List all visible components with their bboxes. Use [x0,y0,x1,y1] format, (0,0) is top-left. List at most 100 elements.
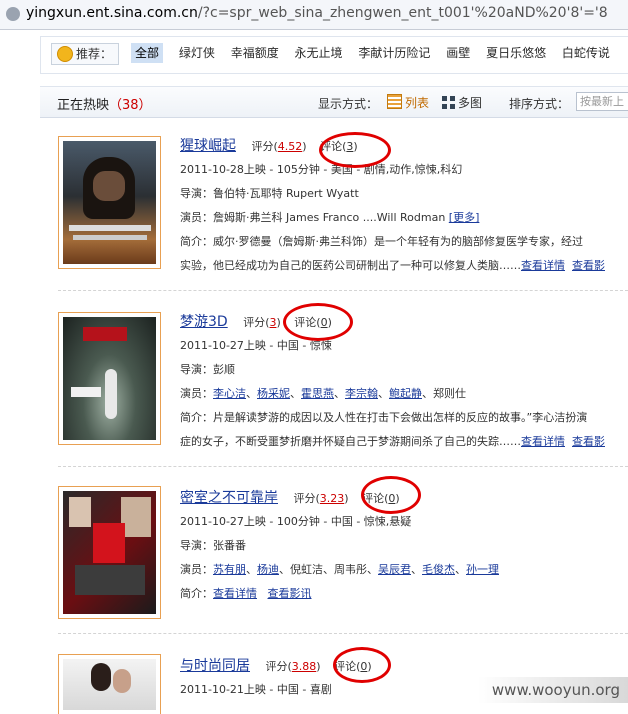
poster-frame[interactable] [58,486,161,619]
synopsis-label: 简介： [180,587,213,600]
actor-name: 周韦彤 [334,563,367,576]
annotation-circle [319,132,391,168]
score: 评分(3.88) [265,660,321,673]
release-info: 2011-10-27上映 - 100分钟 - 中国 - 惊悚,悬疑 [180,515,412,528]
section-title: 正在热映（38） [57,94,152,113]
movie-count: （38） [109,98,152,113]
view-grid-button[interactable]: 多图 [442,94,482,111]
score: 评分(3.23) [293,492,349,505]
news-link[interactable]: 查看影讯 [268,587,312,600]
recommend-label: 推荐： [76,47,113,61]
score-value[interactable]: 3 [269,316,276,329]
poster-frame[interactable] [58,136,161,269]
score-label: 评分 [265,660,288,673]
synopsis: 简介：片是解读梦游的成因以及人性在打击下会做出怎样的反应的故事。”李心洁扮演 [180,411,588,424]
actor-link[interactable]: 李宗翰 [345,387,378,400]
release-info: 2011-10-28上映 - 105分钟 - 美国 - 剧情,动作,惊悚,科幻 [180,163,463,176]
actor-link[interactable]: 李心洁 [213,387,246,400]
score-label: 评分 [243,316,266,329]
movie-title-link[interactable]: 梦游3D [180,314,228,330]
actor-name: 郑则仕 [433,387,466,400]
recommend-badge: 推荐： [51,43,120,65]
synopsis-text: 实验，他已经成功为自己的医药公司研制出了一种可以修复人类脑…… [180,259,521,272]
actor-link[interactable]: 霍思燕 [301,387,334,400]
sort-label: 排序方式： [509,97,570,111]
grid-icon [442,96,455,109]
detail-link[interactable]: 查看详情 [521,259,565,272]
actor-link[interactable]: 杨采妮 [257,387,290,400]
divider [58,633,628,634]
actors: 演员：詹姆斯·弗兰科 James Franco ....Will Rodman … [180,206,628,230]
score: 评分(4.52) [251,140,307,153]
url-text[interactable]: yingxun.ent.sina.com.cn/?c=spr_web_sina_… [26,5,608,21]
movie-poster [63,141,156,264]
synopsis-text: 症的女子，不断受噩梦折磨并怀疑自己于梦游期间杀了自己的失踪…… [180,435,521,448]
actor-link[interactable]: 杨迪 [257,563,279,576]
movie-title-link[interactable]: 猩球崛起 [180,138,236,154]
url-host: yingxun.ent.sina.com.cn [26,5,198,21]
divider [58,466,628,467]
synopsis: 简介：威尔·罗德曼（詹姆斯·弗兰科饰）是一个年轻有为的脑部修复医学专家，经过 [180,235,583,248]
recommend-item[interactable]: 夏日乐悠悠 [486,43,546,63]
annotation-circle [283,303,353,341]
actors: 演员：李心洁、杨采妮、霍思燕、李宗翰、鲍起静、郑则仕 [180,387,466,400]
annotation-circle [361,476,421,514]
recommend-item[interactable]: 白蛇传说 [562,43,610,63]
view-list-button[interactable]: 列表 [387,94,429,111]
sort-select[interactable]: 按最新上 [576,92,628,111]
display-mode-label: 显示方式： [318,97,379,111]
actors-label: 演员： [180,563,213,576]
movie-poster [63,491,156,614]
score-value[interactable]: 4.52 [278,140,303,153]
annotation-circle [333,647,391,683]
recommend-item[interactable]: 绿灯侠 [179,43,215,63]
actor-link[interactable]: 鲍起静 [389,387,422,400]
section-title-text: 正在热映 [57,98,110,113]
more-actors-link[interactable]: [更多] [449,211,480,224]
poster-frame[interactable] [58,312,161,445]
watermark-text: www.wooyun.org [491,681,620,699]
actors-text: 演员：詹姆斯·弗兰科 James Franco ....Will Rodman [180,211,449,224]
actors-label: 演员： [180,387,213,400]
medal-icon [57,46,73,62]
recommend-item[interactable]: 画壁 [446,43,470,63]
list-icon [387,94,402,109]
now-showing-header: 正在热映（38） 显示方式： 列表 多图 排序方式： 按最新上 [40,86,628,118]
release-info: 2011-10-27上映 - 中国 - 惊悚 [180,339,332,352]
score-label: 评分 [251,140,274,153]
actor-link[interactable]: 毛俊杰 [422,563,455,576]
detail-link[interactable]: 查看详情 [521,435,565,448]
actor-link[interactable]: 孙一理 [466,563,499,576]
score-label: 评分 [293,492,316,505]
actor-link[interactable]: 苏有朋 [213,563,246,576]
recommend-bar: 推荐： 全部 绿灯侠 幸福额度 永无止境 李献计历险记 画壁 夏日乐悠悠 白蛇传… [40,36,628,74]
news-link[interactable]: 查看影 [572,435,605,448]
score: 评分(3) [243,316,281,329]
synopsis-line: 症的女子，不断受噩梦折磨并怀疑自己于梦游期间杀了自己的失踪……查看详情 查看影 [180,430,628,454]
watermark: www.wooyun.org [478,677,628,703]
address-bar[interactable]: yingxun.ent.sina.com.cn/?c=spr_web_sina_… [0,0,628,30]
poster-frame[interactable] [58,654,161,714]
view-grid-label: 多图 [458,96,483,110]
synopsis-line: 实验，他已经成功为自己的医药公司研制出了一种可以修复人类脑……查看详情 查看影 [180,254,628,278]
actor-name: 倪虹洁 [290,563,323,576]
movie-poster [63,659,156,710]
director: 导演：张番番 [180,539,246,552]
site-icon [6,7,20,21]
actor-link[interactable]: 吴辰君 [378,563,411,576]
divider [58,290,628,291]
movie-title-link[interactable]: 与时尚同居 [180,658,250,674]
detail-link[interactable]: 查看详情 [213,587,257,600]
recommend-item[interactable]: 李献计历险记 [358,43,430,63]
director: 导演：彭顺 [180,363,235,376]
view-list-label: 列表 [405,96,430,110]
synopsis-line: 简介：查看详情 查看影讯 [180,582,628,606]
recommend-item-all[interactable]: 全部 [131,43,164,63]
movie-title-link[interactable]: 密室之不可靠岸 [180,490,278,506]
movie-poster [63,317,156,440]
recommend-item[interactable]: 幸福额度 [231,43,279,63]
news-link[interactable]: 查看影 [572,259,605,272]
score-value[interactable]: 3.88 [292,660,317,673]
score-value[interactable]: 3.23 [320,492,345,505]
recommend-item[interactable]: 永无止境 [295,43,343,63]
